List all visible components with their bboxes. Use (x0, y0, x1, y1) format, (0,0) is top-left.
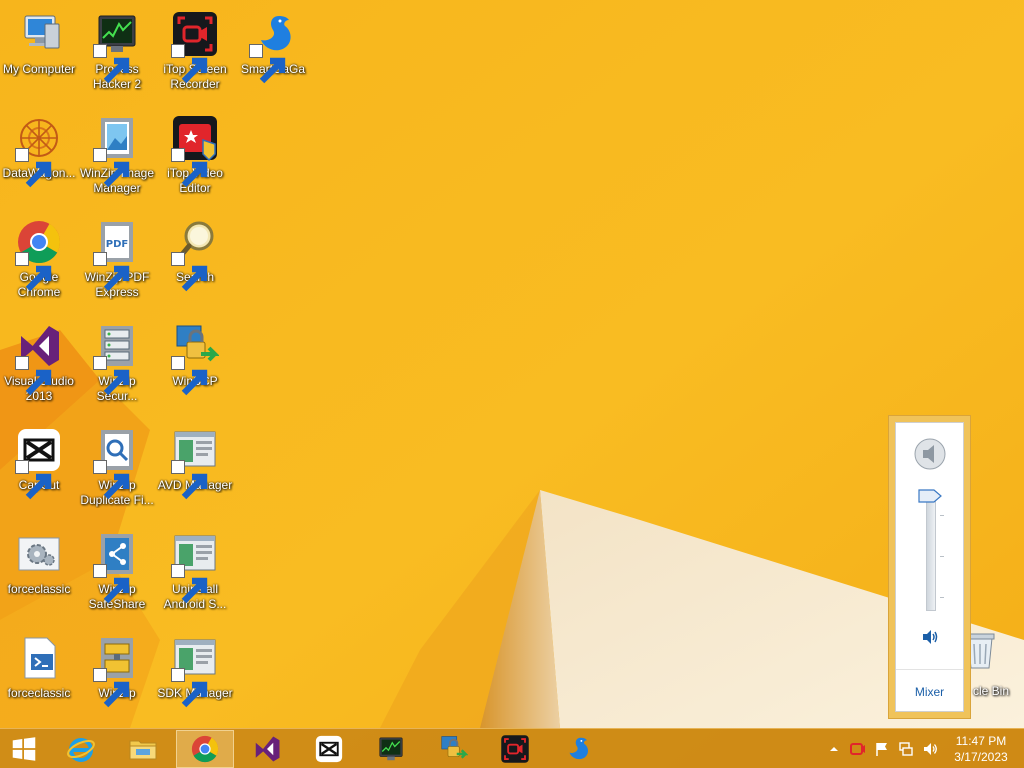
taskbar-google-chrome[interactable] (176, 730, 234, 768)
recorder-tray-icon (850, 743, 865, 755)
speaker-icon (924, 743, 937, 755)
windows-logo-icon (12, 737, 36, 761)
tray-screen-recorder[interactable] (848, 729, 868, 768)
chrome-icon (191, 735, 219, 763)
desktop-icon-search[interactable]: Search (156, 212, 234, 312)
volume-mixer-link[interactable]: Mixer (896, 685, 963, 699)
volume-tick (940, 597, 944, 598)
desktop-icon-visual-studio[interactable]: Visual Studio 2013 (0, 316, 78, 416)
shortcut-arrow-icon (15, 252, 52, 292)
desktop-icon-itop-screen-recorder[interactable]: iTop Screen Recorder (156, 4, 234, 104)
desktop-icon-my-computer[interactable]: My Computer (0, 4, 78, 104)
shortcut-arrow-icon (249, 44, 286, 84)
volume-flyout: Mixer (888, 415, 971, 719)
desktop-icon-google-chrome[interactable]: Google Chrome (0, 212, 78, 312)
volume-separator (896, 669, 963, 670)
tray-show-hidden-icons[interactable] (826, 729, 842, 768)
screen-recorder-icon (501, 735, 529, 763)
shortcut-arrow-icon (15, 148, 52, 188)
taskbar-process-hacker[interactable] (362, 730, 420, 768)
desktop-icon-datawagon[interactable]: DataWagon... (0, 108, 78, 208)
shortcut-arrow-icon (93, 564, 130, 604)
tray-volume[interactable] (920, 729, 940, 768)
volume-tick (940, 556, 944, 557)
smartgaga-icon (569, 737, 589, 760)
mute-toggle-icon[interactable] (921, 628, 939, 646)
shortcut-arrow-icon (171, 356, 208, 396)
shortcut-arrow-icon (171, 668, 208, 708)
volume-panel: Mixer (895, 422, 964, 712)
winscp-icon (441, 736, 468, 759)
shortcut-arrow-icon (171, 564, 208, 604)
ie-icon (67, 738, 95, 762)
shortcut-arrow-icon (93, 148, 130, 188)
desktop-icon-winzip-secure[interactable]: WinZip Secur... (78, 316, 156, 416)
process-hacker-icon (379, 737, 403, 761)
desktop-icon-avd-manager[interactable]: AVD Manager (156, 420, 234, 520)
flag-icon (876, 743, 887, 756)
desktop-icon-winzip-pdf-express[interactable]: PDF WinZip PDF Express (78, 212, 156, 312)
tray-action-center[interactable] (872, 729, 892, 768)
start-button[interactable] (0, 730, 48, 768)
shortcut-arrow-icon (15, 356, 52, 396)
taskbar-capcut[interactable] (300, 730, 358, 768)
shortcut-arrow-icon (93, 668, 130, 708)
taskbar-itop-screen-recorder[interactable] (486, 730, 544, 768)
volume-slider-track[interactable] (926, 501, 936, 611)
desktop-icon-forceclassic-settings[interactable]: forceclassic (0, 524, 78, 624)
taskbar-file-explorer[interactable] (114, 730, 172, 768)
desktop-icon-label: forceclassic (7, 582, 71, 596)
desktop-icon-winzip-safeshare[interactable]: WinZip SafeShare (78, 524, 156, 624)
desktop-icon-itop-video-editor[interactable]: iTop Video Editor (156, 108, 234, 208)
powershell-script-icon (24, 637, 56, 679)
capcut-icon (315, 735, 343, 763)
volume-slider-thumb[interactable] (918, 489, 942, 503)
desktop-icon-sdk-manager[interactable]: SDK Manager (156, 628, 234, 728)
desktop-icon-uninstall-android[interactable]: Uninstall Android S... (156, 524, 234, 624)
shortcut-arrow-icon (93, 44, 130, 84)
shortcut-arrow-icon (171, 252, 208, 292)
visual-studio-icon (255, 736, 280, 762)
folder-icon (129, 740, 157, 760)
speaker-device-icon[interactable] (913, 437, 947, 471)
svg-text:PDF: PDF (106, 239, 128, 250)
tray-network[interactable] (896, 729, 916, 768)
desktop-icon-capcut[interactable]: CapCut (0, 420, 78, 520)
taskbar-smartgaga[interactable] (548, 730, 606, 768)
desktop-icon-winzip[interactable]: WinZip (78, 628, 156, 728)
taskbar-clock[interactable]: 11:47 PM 3/17/2023 (944, 733, 1018, 765)
shortcut-arrow-icon (171, 460, 208, 500)
clock-date: 3/17/2023 (954, 750, 1008, 764)
volume-tick (940, 515, 944, 516)
desktop-icon-winscp[interactable]: WinSCP (156, 316, 234, 416)
network-icon (899, 742, 913, 756)
desktop-icon-smartgaga[interactable]: SmartGaGa (234, 4, 312, 104)
desktop-icon-label: My Computer (2, 62, 76, 76)
desktop-icon-winzip-image-manager[interactable]: WinZip Image Manager (78, 108, 156, 208)
taskbar-internet-explorer[interactable] (52, 730, 110, 768)
computer-icon (24, 15, 60, 49)
shortcut-arrow-icon (93, 356, 130, 396)
shortcut-arrow-icon (171, 148, 208, 188)
desktop-icon-process-hacker[interactable]: Process Hacker 2 (78, 4, 156, 104)
desktop-icon-winzip-duplicate[interactable]: WinZip Duplicate Fi... (78, 420, 156, 520)
shortcut-arrow-icon (15, 460, 52, 500)
taskbar-visual-studio[interactable] (238, 730, 296, 768)
chevron-up-icon (830, 747, 838, 751)
taskbar: 11:47 PM 3/17/2023 (0, 728, 1024, 768)
shortcut-arrow-icon (93, 252, 130, 292)
settings-gear-icon (18, 537, 60, 571)
taskbar-winscp[interactable] (424, 730, 482, 768)
clock-time: 11:47 PM (955, 734, 1007, 748)
shortcut-arrow-icon (171, 44, 208, 84)
shortcut-arrow-icon (93, 460, 130, 500)
desktop-icon-label: forceclassic (7, 686, 71, 700)
desktop-icon-forceclassic-script[interactable]: forceclassic (0, 628, 78, 728)
